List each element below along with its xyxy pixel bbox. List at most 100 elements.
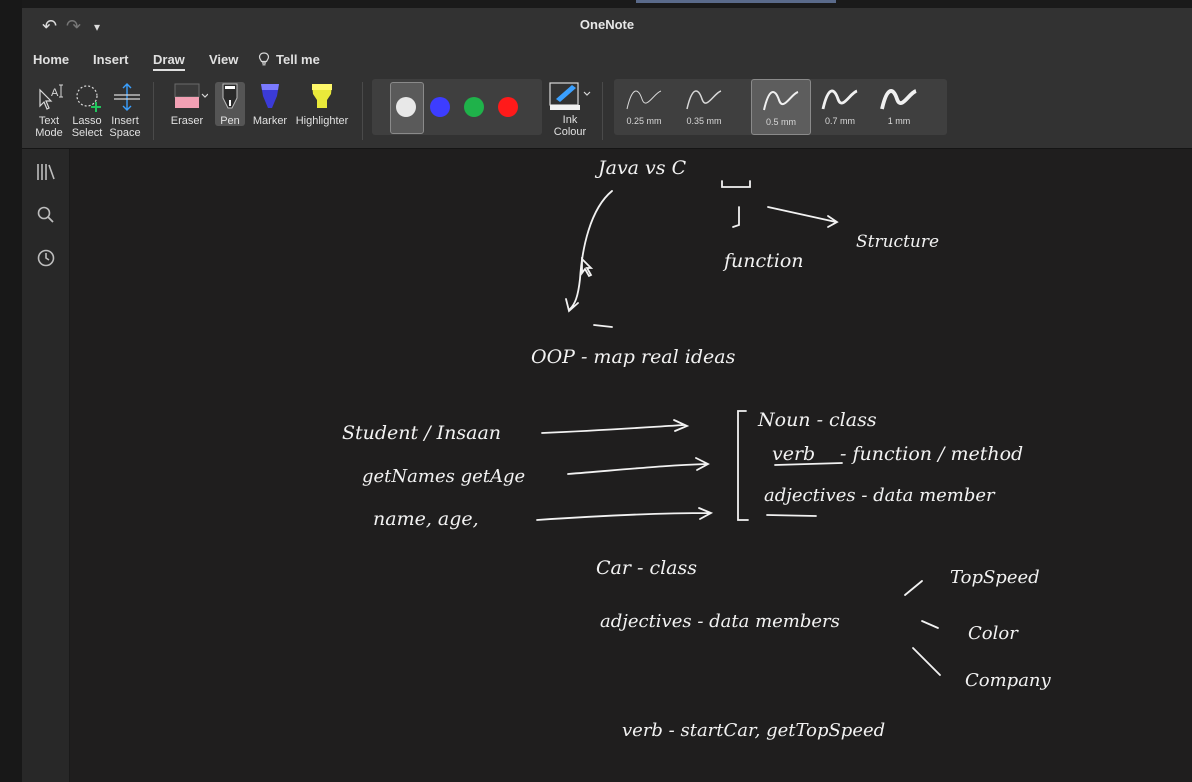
pen-button[interactable]: Pen [210, 82, 250, 127]
c-bracket [721, 180, 751, 188]
thickness-0-5mm[interactable]: 0.5 mm [751, 79, 811, 135]
marker-icon [257, 82, 283, 112]
tab-tell-me[interactable]: Tell me [258, 52, 320, 67]
tab-draw[interactable]: Draw [153, 52, 185, 71]
ink-colour-label-2: Colour [553, 126, 587, 138]
insert-space-label-1: Insert [111, 115, 139, 127]
insert-space-button[interactable]: Insert Space [106, 82, 144, 139]
swatch-white[interactable] [396, 97, 416, 117]
text-mode-label-2: Mode [35, 127, 63, 139]
thickness-stroke-icon [686, 90, 722, 110]
ribbon-separator [362, 82, 363, 140]
highlighter-icon [309, 82, 335, 112]
thickness-label: 0.25 mm [626, 116, 662, 126]
thickness-0-25mm[interactable]: 0.25 mm [615, 79, 673, 135]
pen-thickness-panel: 0.25 mm 0.35 mm 0.5 mm 0.7 mm 1 mm [614, 79, 947, 135]
thickness-1mm[interactable]: 1 mm [870, 79, 928, 135]
lightbulb-icon [258, 52, 270, 66]
note-structure: Structure [856, 232, 939, 252]
note-verb-start: verb - startCar, getTopSpeed [622, 720, 885, 741]
lasso-select-button[interactable]: Lasso Select [68, 82, 106, 139]
note-color: Color [968, 623, 1019, 644]
eraser-label: Eraser [170, 115, 204, 127]
ink-layer: Java vs C function Structure OOP - map r… [342, 157, 1052, 741]
text-mode-label-1: Text [38, 115, 60, 127]
pen-icon [217, 82, 243, 112]
cursor-mark [581, 256, 594, 278]
ink-colour-icon [548, 81, 592, 111]
swatch-green[interactable] [464, 97, 484, 117]
ribbon-tabs: Home Insert Draw View Tell me [22, 44, 1192, 76]
tab-home[interactable]: Home [33, 52, 69, 67]
arrow-row-1 [541, 419, 690, 434]
ribbon-separator [153, 82, 154, 140]
note-canvas[interactable]: Java vs C function Structure OOP - map r… [70, 149, 1192, 782]
search-icon[interactable] [35, 204, 57, 226]
eraser-icon [170, 82, 209, 112]
underline-dash [593, 324, 613, 328]
swatch-red[interactable] [498, 97, 518, 117]
notebooks-icon[interactable] [35, 161, 57, 183]
thickness-stroke-icon [880, 89, 917, 110]
note-oop: OOP - map real ideas [531, 346, 736, 368]
navigation-sidebar [22, 149, 70, 782]
note-adjectives-members: adjectives - data members [600, 611, 840, 632]
note-adjectives: adjectives - data member [764, 485, 996, 506]
note-verb: verb [772, 443, 815, 465]
branch-color [921, 620, 939, 629]
thickness-0-35mm[interactable]: 0.35 mm [675, 79, 733, 135]
top-gap [22, 0, 1192, 8]
thickness-stroke-icon [763, 91, 799, 111]
recent-icon[interactable] [35, 247, 57, 269]
ink-colour-label-1: Ink [562, 114, 578, 126]
pen-label: Pen [220, 115, 240, 127]
note-student: Student / Insaan [342, 422, 501, 444]
marker-button[interactable]: Marker [250, 82, 290, 127]
window-edge [0, 0, 22, 782]
lasso-label-2: Select [71, 127, 103, 139]
marker-label: Marker [252, 115, 288, 127]
java-arrow [565, 190, 613, 313]
insert-space-label-2: Space [109, 127, 141, 139]
branch-line [732, 206, 740, 228]
top-thumbnail-strip [636, 0, 836, 3]
tab-view[interactable]: View [209, 52, 238, 67]
note-name-age: name, age, [373, 508, 479, 530]
branch-company [912, 647, 941, 676]
tell-me-label: Tell me [276, 52, 320, 67]
ink-colour-button[interactable]: Ink Colour [546, 81, 594, 138]
lasso-select-icon [74, 82, 101, 112]
insert-space-icon [112, 82, 140, 112]
text-mode-icon: A [36, 82, 63, 112]
note-java-vs-c: Java vs C [594, 157, 687, 179]
eraser-button[interactable]: Eraser [164, 82, 210, 127]
lasso-label-1: Lasso [72, 115, 102, 127]
window-title: OneNote [579, 17, 635, 32]
arrow-row-2 [567, 457, 710, 475]
thickness-0-7mm[interactable]: 0.7 mm [811, 79, 869, 135]
draw-ribbon: A Text Mode Lasso Select Insert Space Er… [22, 76, 1192, 149]
arrow-to-structure [767, 206, 839, 228]
title-bar: ↶ ↷ ▾ OneNote [22, 8, 1192, 45]
note-function: function [722, 250, 804, 272]
thickness-stroke-icon [626, 90, 662, 110]
thickness-stroke-icon [821, 89, 858, 110]
note-verb-rest: - function / method [840, 443, 1023, 465]
note-topspeed: TopSpeed [950, 567, 1040, 588]
thickness-label: 0.35 mm [686, 116, 722, 126]
highlighter-button[interactable]: Highlighter [290, 82, 354, 127]
swatch-blue[interactable] [430, 97, 450, 117]
tab-insert[interactable]: Insert [93, 52, 128, 67]
arrow-row-3 [536, 507, 714, 521]
thickness-label: 0.7 mm [824, 116, 855, 126]
text-mode-button[interactable]: A Text Mode [28, 82, 70, 139]
note-company: Company [965, 670, 1052, 691]
thickness-label: 0.5 mm [765, 117, 796, 127]
bracket-right [737, 410, 749, 521]
color-swatch-panel [372, 79, 542, 135]
thickness-label: 1 mm [887, 116, 911, 126]
branch-topspeed [904, 580, 923, 596]
ribbon-separator [602, 82, 603, 140]
svg-text:A: A [51, 87, 59, 99]
highlighter-label: Highlighter [295, 115, 349, 127]
